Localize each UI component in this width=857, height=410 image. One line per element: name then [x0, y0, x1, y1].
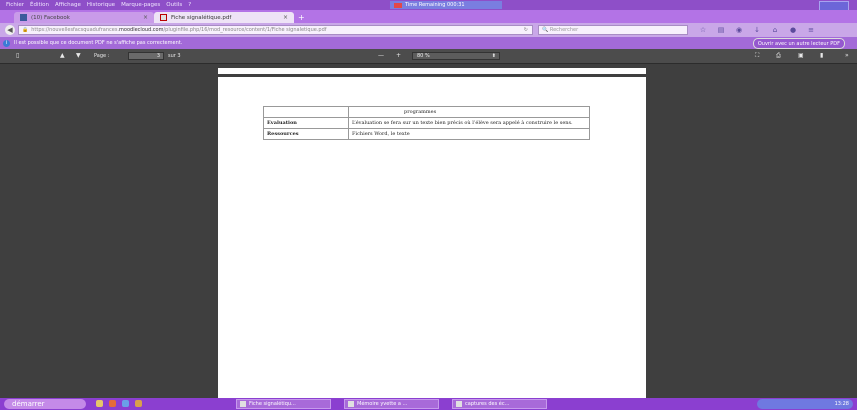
open-with-other-reader-button[interactable]: Ouvrir avec un autre lecteur PDF — [752, 38, 845, 49]
search-icon: 🔍 — [542, 27, 550, 33]
quick-launch-icon[interactable] — [122, 400, 129, 407]
menu-help[interactable]: ? — [188, 2, 191, 8]
menu-affichage[interactable]: Affichage — [55, 2, 81, 8]
previous-page-bottom — [218, 68, 646, 74]
page-number-input[interactable]: 3 — [128, 52, 164, 60]
search-placeholder: Rechercher — [549, 27, 579, 33]
url-bar[interactable]: 🔒 https://nouvellesfacsquadufrances. moo… — [18, 25, 533, 35]
taskbar-item-label: Fiche signalétiqu... — [249, 401, 296, 407]
download-icon[interactable]: ↓ — [752, 25, 762, 35]
table-row: Evaluation L’évaluation se fera sur un t… — [263, 117, 590, 129]
menu-historique[interactable]: Historique — [87, 2, 115, 8]
table-row: programmes — [263, 106, 590, 118]
zoom-in-icon[interactable]: + — [396, 52, 401, 59]
menu-outils[interactable]: Outils — [166, 2, 182, 8]
timer-text: Time Remaining 000:31 — [405, 2, 465, 8]
document-table: programmes Evaluation L’évaluation se fe… — [263, 106, 590, 140]
zoom-out-icon[interactable]: — — [378, 52, 384, 59]
word-icon — [348, 401, 354, 407]
facebook-icon — [20, 14, 27, 21]
table-row: Ressources Fichiers Word, le texte — [263, 128, 590, 140]
info-icon: i — [3, 39, 10, 47]
table-cell-value: programmes — [348, 106, 590, 118]
table-cell-value: Fichiers Word, le texte — [348, 128, 590, 140]
star-icon[interactable]: ☆ — [698, 25, 708, 35]
close-tab-icon[interactable]: × — [283, 14, 288, 21]
url-domain: moodlecloud.com — [119, 27, 164, 33]
zoom-select[interactable]: 80 % ⬍ — [412, 52, 500, 60]
pocket-icon[interactable]: ◉ — [734, 25, 744, 35]
presentation-mode-icon[interactable]: ⛶ — [755, 52, 759, 60]
table-cell-label: Evaluation — [263, 117, 349, 129]
menu-edition[interactable]: Édition — [30, 2, 49, 8]
page-label: Page : — [94, 53, 110, 59]
menu-marque-pages[interactable]: Marque-pages — [121, 2, 160, 8]
table-cell-value: L’évaluation se fera sur un texte bien p… — [348, 117, 590, 129]
word-icon — [456, 401, 462, 407]
firefox-icon — [240, 401, 246, 407]
pdf-icon — [160, 14, 167, 21]
search-input[interactable]: 🔍 Rechercher — [538, 25, 688, 35]
back-button[interactable]: ◀ — [5, 25, 15, 35]
chat-icon[interactable]: ● — [788, 25, 798, 35]
page-total: sur 3 — [168, 53, 181, 59]
taskbar-item[interactable]: Mémoire yvette a ... — [344, 399, 439, 409]
table-cell-label: Ressources — [263, 128, 349, 140]
reading-list-icon[interactable]: ▤ — [716, 25, 726, 35]
quick-launch-icon[interactable] — [96, 400, 103, 407]
tab-label: (10) Facebook — [31, 14, 70, 21]
taskbar-item-label: Mémoire yvette a ... — [357, 401, 408, 407]
tab-bar: (10) Facebook × Fiche signalétique.pdf ×… — [0, 10, 857, 23]
system-tray: 13:28 — [757, 399, 853, 409]
taskbar: démarrer Fiche signalétiqu... Mémoire yv… — [0, 398, 857, 410]
notification-text: Il est possible que ce document PDF ne s… — [14, 40, 183, 46]
taskbar-item[interactable]: Fiche signalétiqu... — [236, 399, 331, 409]
tab-fiche-pdf[interactable]: Fiche signalétique.pdf × — [154, 12, 294, 23]
pdf-toolbar: ▯ ▲ ▼ Page : 3 sur 3 — + 80 % ⬍ ⛶ ⎙ ▣ ▮ … — [0, 49, 857, 64]
menu-fichier[interactable]: Fichier — [6, 2, 24, 8]
navigation-bar: ◀ 🔒 https://nouvellesfacsquadufrances. m… — [0, 23, 857, 37]
tab-facebook[interactable]: (10) Facebook × — [14, 12, 154, 23]
previous-page-icon[interactable]: ▲ — [60, 52, 65, 59]
url-path: /pluginfile.php/16/mod_resource/content/… — [163, 27, 327, 33]
taskbar-item-label: captures des éc... — [465, 401, 510, 407]
zoom-value: 80 % — [417, 53, 430, 59]
quick-launch-icon[interactable] — [135, 400, 142, 407]
chevron-down-icon: ⬍ — [491, 53, 496, 59]
quick-launch — [96, 400, 148, 407]
tools-icon[interactable]: » — [845, 52, 849, 59]
reload-icon[interactable]: ↻ — [524, 27, 528, 33]
new-tab-button[interactable]: + — [298, 13, 305, 22]
time-remaining-banner: Time Remaining 000:31 — [390, 1, 502, 9]
taskbar-item[interactable]: captures des éc... — [452, 399, 547, 409]
close-tab-icon[interactable]: × — [143, 14, 148, 21]
table-cell-label — [263, 106, 349, 118]
home-icon[interactable]: ⌂ — [770, 25, 780, 35]
tab-label: Fiche signalétique.pdf — [171, 14, 232, 21]
start-button[interactable]: démarrer — [4, 399, 86, 409]
menu-icon[interactable]: ≡ — [806, 25, 816, 35]
toolbar-icons: ☆ ▤ ◉ ↓ ⌂ ● ≡ — [698, 25, 824, 35]
sidebar-toggle-icon[interactable]: ▯ — [16, 52, 19, 59]
bookmark-icon[interactable]: ▮ — [820, 52, 823, 59]
next-page-icon[interactable]: ▼ — [76, 52, 81, 59]
save-icon[interactable]: ▣ — [798, 52, 804, 59]
quick-launch-icon[interactable] — [109, 400, 116, 407]
url-prefix: https://nouvellesfacsquadufrances. — [31, 27, 120, 33]
lock-icon: 🔒 — [22, 27, 29, 33]
notification-bar: i Il est possible que ce document PDF ne… — [0, 37, 857, 49]
print-icon[interactable]: ⎙ — [776, 52, 781, 60]
timer-icon — [394, 2, 402, 8]
pdf-page: programmes Evaluation L’évaluation se fe… — [218, 77, 646, 398]
clock: 13:28 — [834, 401, 849, 407]
